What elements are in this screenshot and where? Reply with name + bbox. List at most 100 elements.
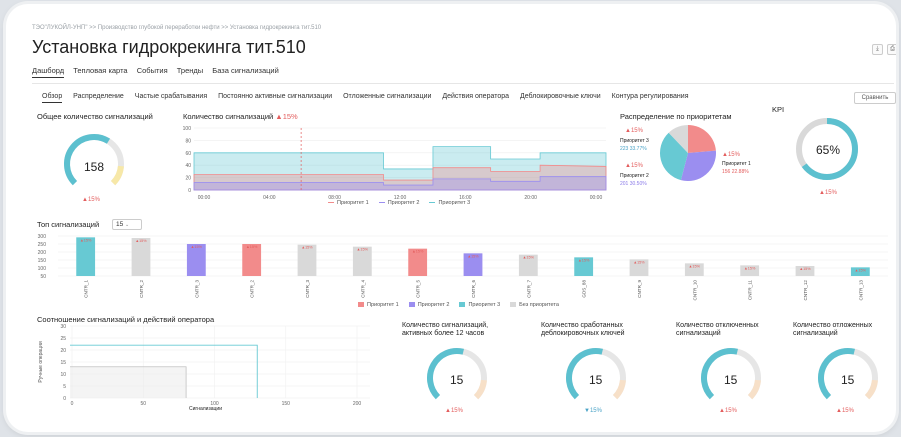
bar-label: ▲15% <box>301 246 313 250</box>
gauge-title: Количество отключенных сигнализаций <box>676 322 759 337</box>
gauge-title: Количество сработанных деблокировочных к… <box>541 322 625 337</box>
main-tabs: Дашборд Тепловая карта События Тренды Ба… <box>32 66 286 78</box>
y-tick-label: 300 <box>38 234 47 240</box>
gauge-title: Количество отложенных сигнализаций <box>793 322 873 337</box>
bar-label: ▲15% <box>633 260 645 264</box>
gauge-title: Количество сигнализаций, активных более … <box>402 322 489 337</box>
category-label: CNTR_13 <box>858 280 863 301</box>
gauge-trend: ▲15% <box>836 408 854 414</box>
legend-p3: Приоритет 3 <box>459 302 500 308</box>
page-title: Установка гидрокрекинга тит.510 <box>32 37 306 57</box>
y-tick-label: 50 <box>40 274 46 280</box>
kpi-trend: ▲15% <box>819 190 837 196</box>
ratio-xlabel: Сигнализации <box>189 406 223 412</box>
category-label: CNTR_3 <box>305 280 310 298</box>
y-tick-label: 40 <box>185 163 191 169</box>
gauge-trend: ▲15% <box>719 408 737 414</box>
bar-label: ▲15% <box>191 245 203 249</box>
gauge-value: 15 <box>841 373 855 387</box>
legend-p1: Приоритет 1 <box>358 302 399 308</box>
tab-alarm-db[interactable]: База сигнализаций <box>212 66 279 75</box>
y-tick-label: 0 <box>63 396 66 402</box>
priority-pie <box>660 125 716 181</box>
top-bar-chart: 300 250 200 150 100 50 ▲15% CNTR_1 ▲15% CNTR_2 ▲15… <box>38 234 888 301</box>
p1-values: 156 22.88% <box>722 169 749 175</box>
total-value: 158 <box>84 160 105 174</box>
category-label: CNTR_12 <box>803 280 808 301</box>
subtab-shelved[interactable]: Отложенные сигнализации <box>343 93 431 100</box>
gauge-trend: ▲15% <box>445 408 463 414</box>
bar-label: ▲15% <box>357 248 369 252</box>
gauge-value: 15 <box>724 373 738 387</box>
p2-trend: ▲15% <box>625 163 643 169</box>
category-label: CNTR_11 <box>748 280 753 301</box>
y-tick-label: 60 <box>185 151 191 157</box>
category-label: CNTR_6 <box>471 280 476 298</box>
y-tick-label: 20 <box>60 348 66 354</box>
legend-none: Без приоритета <box>510 302 559 308</box>
bar-label: ▲15% <box>135 239 147 243</box>
p1-trend: ▲15% <box>722 152 740 158</box>
gauge-value: 15 <box>589 373 603 387</box>
x-tick-label: 150 <box>282 401 291 407</box>
download-icon[interactable]: ⤓ <box>872 44 883 55</box>
p1-name: Приоритет 1 <box>722 161 751 167</box>
subtab-overview[interactable]: Обзор <box>42 93 63 103</box>
y-tick-label: 100 <box>38 266 47 272</box>
tab-trends[interactable]: Тренды <box>177 66 203 75</box>
p3-trend: ▲15% <box>625 128 643 134</box>
print-icon[interactable]: ⎙ <box>887 44 896 55</box>
kpi-title: KPI <box>772 105 785 114</box>
bar[interactable] <box>76 237 96 276</box>
y-tick-label: 5 <box>63 384 66 390</box>
bar-label: ▲15% <box>689 264 701 268</box>
ratio-ylabel: Ручные операции <box>38 341 44 382</box>
legend-p2: Приоритет 2 <box>408 302 449 308</box>
bar-label: ▲15% <box>799 267 811 271</box>
bar-label: ▲15% <box>744 266 756 270</box>
subtab-distribution[interactable]: Распределение <box>73 93 124 100</box>
bar-label: ▲15% <box>855 268 867 272</box>
category-label: CNTR_2 <box>250 280 255 298</box>
subtab-operator-actions[interactable]: Действия оператора <box>442 93 509 100</box>
sub-tabs: Обзор Распределение Частые срабатывания … <box>42 93 697 103</box>
breadcrumb[interactable]: ТЭО"ЛУКОЙЛ-УНП" >> Производство глубокой… <box>32 25 321 31</box>
timeline-chart: 10080604020000:00 04:00 08:00 12:00 16:00 20:… <box>183 126 607 201</box>
bar[interactable] <box>131 238 151 276</box>
app-window: ТЭО"ЛУКОЙЛ-УНП" >> Производство глубокой… <box>6 4 896 432</box>
bar-label: ▲15% <box>80 238 92 242</box>
tab-events[interactable]: События <box>137 66 168 75</box>
y-tick-label: 100 <box>183 126 192 132</box>
y-tick-label: 0 <box>188 188 191 194</box>
y-tick-label: 20 <box>185 176 191 182</box>
y-tick-label: 250 <box>38 242 47 248</box>
bar-label: ▲15% <box>578 258 590 262</box>
subtab-standing[interactable]: Постоянно активные сигнализации <box>218 93 332 100</box>
total-title: Общее количество сигнализаций <box>37 112 153 121</box>
legend-p3: Приоритет 3 <box>429 200 470 206</box>
bar-label: ▲15% <box>523 256 535 260</box>
top-count-select[interactable]: 15 ⌄ <box>112 219 142 230</box>
x-tick-label: 50 <box>140 401 146 407</box>
pie-slice <box>688 125 716 153</box>
bar-label: ▲15% <box>412 250 424 254</box>
y-tick-label: 150 <box>38 258 47 264</box>
total-trend: ▲15% <box>82 197 100 203</box>
tab-dashboard[interactable]: Дашборд <box>32 66 65 78</box>
x-tick-label: 00:00 <box>590 195 603 201</box>
ratio-chart: 3025201510500 50 100 150 200Ручные операции <box>38 324 370 407</box>
compare-button[interactable]: Сравнить <box>854 92 896 104</box>
x-tick-label: 00:00 <box>198 195 211 201</box>
category-label: CNTR_3 <box>194 280 199 298</box>
p2-name: Приоритет 2 <box>620 173 649 179</box>
y-tick-label: 200 <box>38 250 47 256</box>
category-label: CNTR_5 <box>416 280 421 298</box>
subtab-frequent[interactable]: Частые срабатывания <box>135 93 207 100</box>
top-legend: Приоритет 1 Приоритет 2 Приоритет 3 Без … <box>358 302 559 308</box>
category-label: CNTR_10 <box>692 280 697 301</box>
subtab-bypass-keys[interactable]: Деблокировочные ключи <box>520 93 601 100</box>
tab-heatmap[interactable]: Тепловая карта <box>73 66 127 75</box>
category-label: GDS_88 <box>582 280 587 298</box>
legend-p1: Приоритет 1 <box>328 200 369 206</box>
subtab-control-loops[interactable]: Контура регулирования <box>612 93 689 100</box>
